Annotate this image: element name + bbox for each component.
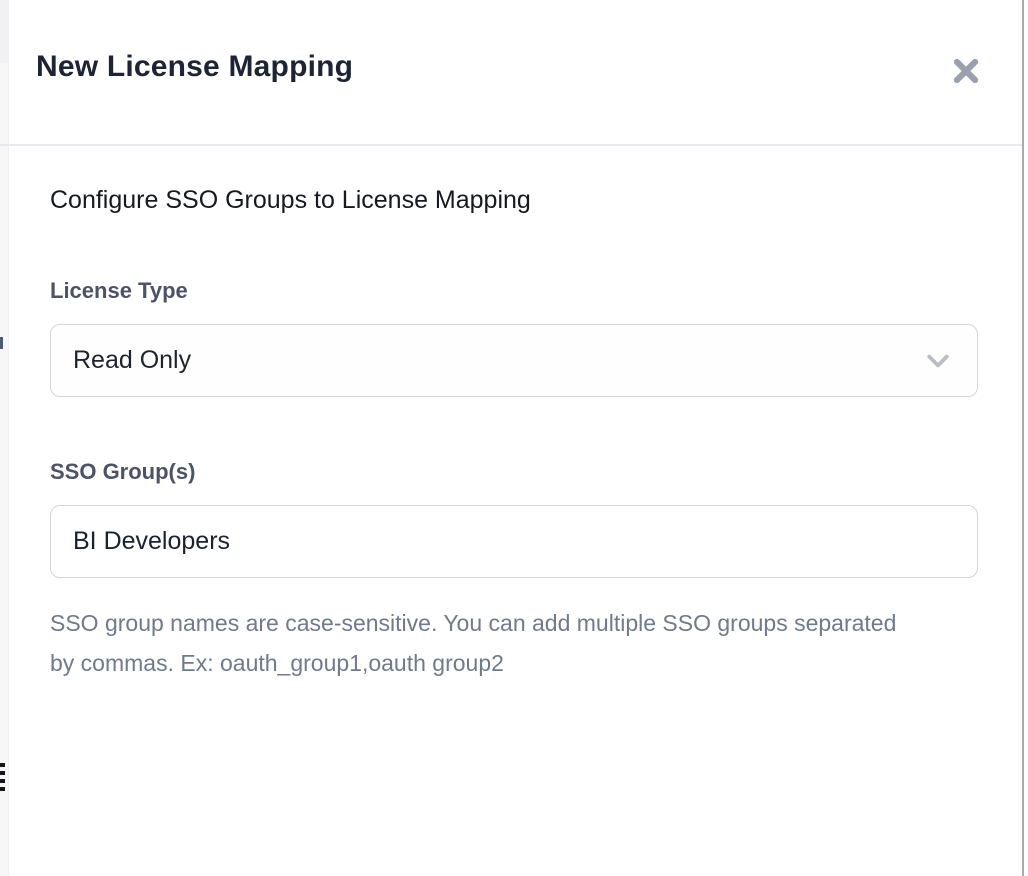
header-divider	[0, 144, 1022, 146]
background-element-fragment	[0, 337, 3, 349]
dialog-header: New License Mapping	[9, 0, 1022, 144]
background-page-edge	[0, 0, 9, 876]
new-license-mapping-dialog: New License Mapping Configure SSO Groups…	[9, 0, 1022, 876]
license-type-select[interactable]: Read Only	[50, 324, 978, 397]
close-icon	[950, 55, 982, 87]
screen: New License Mapping Configure SSO Groups…	[0, 0, 1028, 876]
license-type-selected-value: Read Only	[73, 346, 191, 375]
close-button[interactable]	[946, 51, 986, 91]
background-list-icon-fragment	[0, 763, 5, 795]
chevron-down-icon	[923, 346, 953, 376]
background-page-edge-top	[0, 0, 8, 63]
dialog-title: New License Mapping	[36, 0, 1022, 84]
sso-groups-label: SSO Group(s)	[50, 459, 978, 484]
form-heading: Configure SSO Groups to License Mapping	[50, 144, 978, 214]
window-right-border	[1022, 0, 1024, 876]
sso-groups-help-text: SSO group names are case-sensitive. You …	[50, 578, 900, 683]
sso-groups-input[interactable]	[50, 505, 978, 578]
license-type-label: License Type	[50, 278, 978, 303]
dialog-body: Configure SSO Groups to License Mapping …	[9, 144, 1022, 683]
